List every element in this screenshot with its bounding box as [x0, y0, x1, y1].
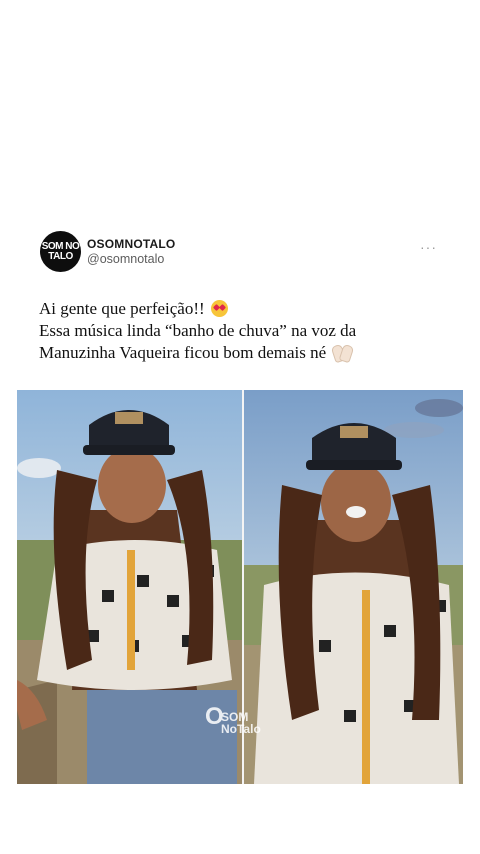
photo-right-image	[244, 390, 463, 784]
watermark-bottom-text: NoTalo	[221, 722, 261, 736]
clapping-hands-emoji-icon	[331, 343, 355, 364]
photo-right	[244, 390, 463, 784]
post-media[interactable]: O SOM NoTalo	[17, 390, 463, 784]
caption-line-1-text: Ai gente que perfeição!!	[39, 299, 205, 318]
avatar-line-1: SOM NO	[41, 240, 80, 252]
avatar[interactable]: SOM NO TALO	[40, 231, 81, 272]
display-name[interactable]: OSOMNOTALO	[87, 237, 175, 251]
heart-eyes-emoji-icon	[210, 300, 228, 317]
caption-line-1: Ai gente que perfeição!!	[39, 298, 459, 320]
avatar-line-2: TALO	[48, 250, 73, 262]
post-caption: Ai gente que perfeição!! Essa música lin…	[39, 298, 459, 364]
caption-line-3-text: Manuzinha Vaqueira ficou bom demais né	[39, 343, 327, 362]
post-header: SOM NO TALO OSOMNOTALO @osomnotalo ···	[40, 231, 440, 273]
user-handle[interactable]: @osomnotalo	[87, 252, 164, 266]
caption-line-2: Essa música linda “banho de chuva” na vo…	[39, 321, 357, 340]
caption-line-3: Manuzinha Vaqueira ficou bom demais né	[39, 342, 459, 364]
more-horizontal-icon[interactable]: ···	[420, 239, 437, 255]
